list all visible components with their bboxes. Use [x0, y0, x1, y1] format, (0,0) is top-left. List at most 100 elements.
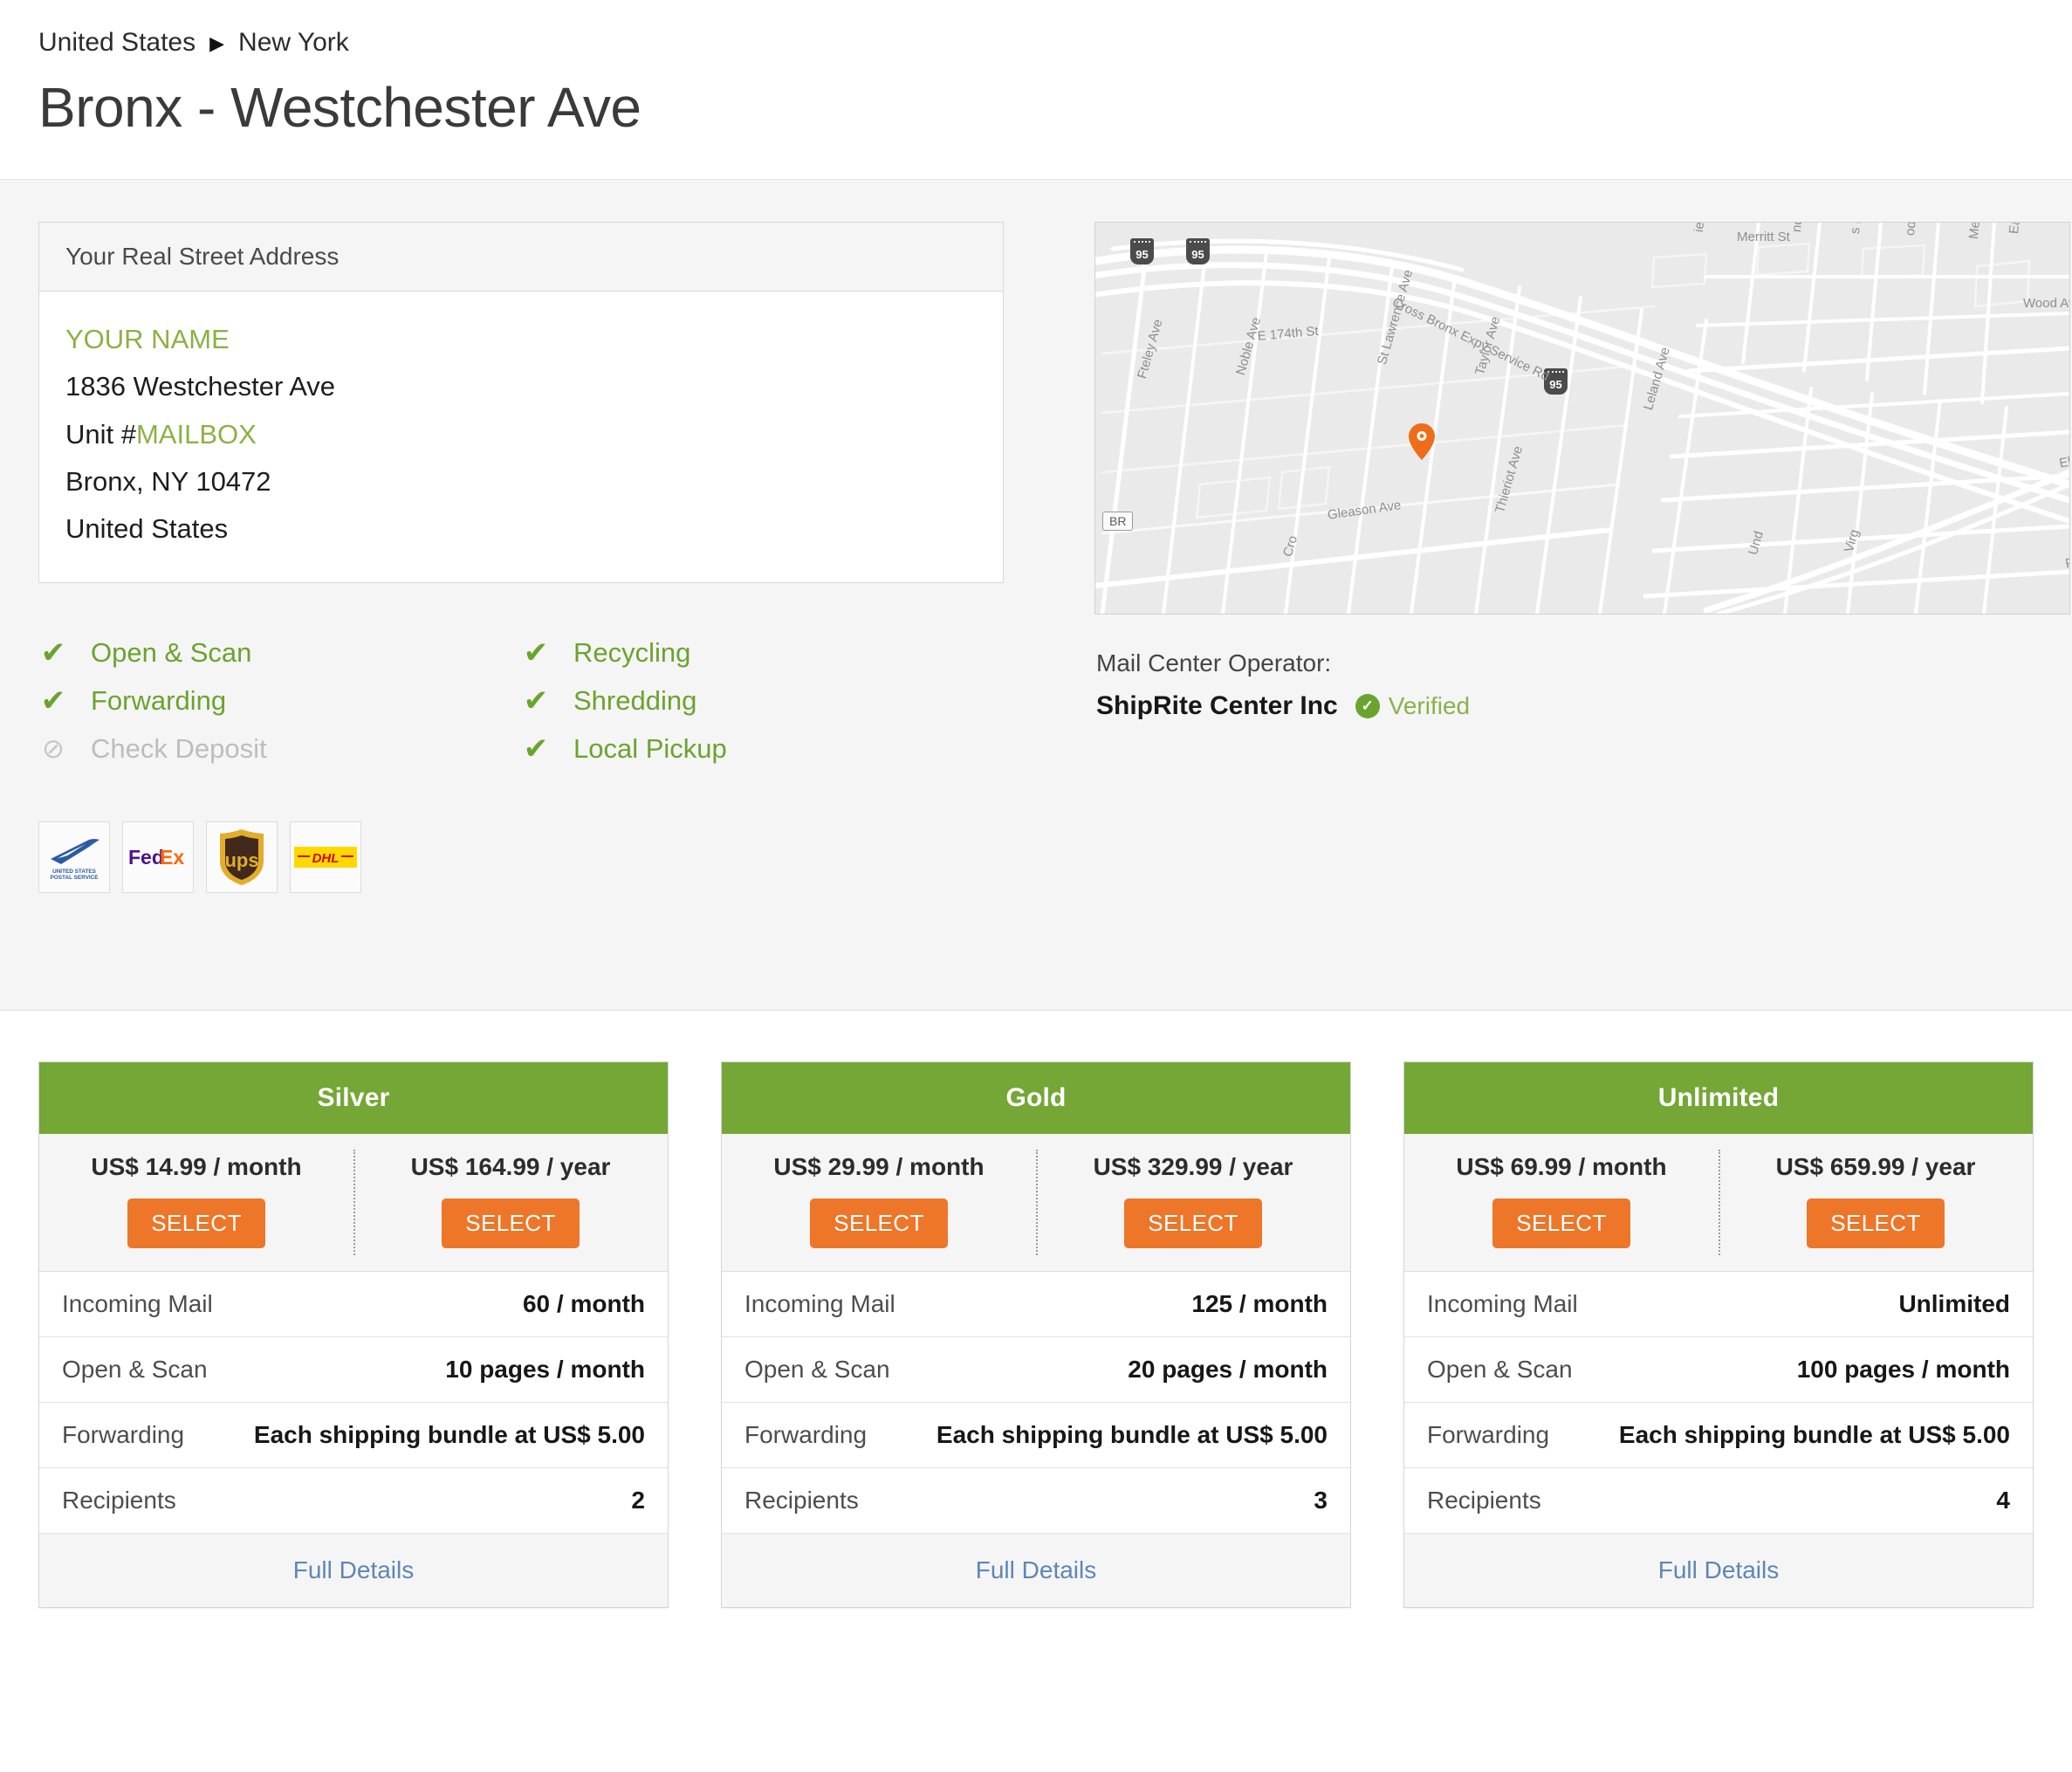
plan-title: Silver — [39, 1062, 668, 1134]
fedex-logo: Fed Ex — [122, 821, 194, 894]
select-monthly-button[interactable]: SELECT — [127, 1199, 265, 1248]
full-details-link[interactable]: Full Details — [722, 1534, 1350, 1607]
full-details-link[interactable]: Full Details — [1404, 1534, 2033, 1607]
plan-price-yearly: US$ 659.99 / year SELECT — [1719, 1150, 2033, 1255]
chevron-right-icon: ▶ — [209, 32, 225, 54]
select-yearly-button[interactable]: SELECT — [1124, 1199, 1262, 1248]
select-yearly-button[interactable]: SELECT — [1807, 1199, 1945, 1248]
plan-price-yearly: US$ 164.99 / year SELECT — [353, 1150, 668, 1255]
plan-card-silver: Silver US$ 14.99 / month SELECT US$ 164.… — [38, 1061, 669, 1608]
status-badge-verified: ✓ Verified — [1355, 692, 1470, 720]
feature-open-and-scan: ✔ Open & Scan — [38, 628, 521, 677]
plan-prices: US$ 29.99 / month SELECT US$ 329.99 / ye… — [722, 1134, 1350, 1272]
plan-feature-label: Incoming Mail — [1427, 1290, 1578, 1317]
feature-recycling: ✔ Recycling — [521, 628, 1004, 677]
address-card: Your Real Street Address YOUR NAME 1836 … — [38, 222, 1004, 584]
price-value: US$ 14.99 / month — [91, 1153, 302, 1180]
page-title: Bronx - Westchester Ave — [38, 76, 641, 139]
address-unit-placeholder: MAILBOX — [135, 418, 257, 450]
select-monthly-button[interactable]: SELECT — [810, 1199, 948, 1248]
plan-feature-row: Forwarding Each shipping bundle at US$ 5… — [39, 1403, 668, 1468]
plan-title: Gold — [722, 1062, 1350, 1134]
not-allowed-icon: ⊘ — [42, 733, 65, 765]
svg-text:POSTAL SERVICE: POSTAL SERVICE — [50, 875, 99, 881]
highway-shield-95-c: 95 — [1544, 368, 1568, 395]
plan-feature-label: Forwarding — [1427, 1421, 1550, 1448]
svg-text:ups: ups — [224, 849, 258, 871]
location-map[interactable]: 95 95 95 BR Merritt StWood AveCross Bron… — [1094, 222, 2070, 615]
plan-feature-row: Recipients 2 — [39, 1468, 668, 1534]
full-details-link[interactable]: Full Details — [39, 1534, 668, 1607]
features-column-right: ✔ Recycling ✔ Shredding ✔ Local Pickup — [521, 628, 1004, 773]
map-roads — [1095, 223, 2069, 614]
price-value: US$ 164.99 / year — [410, 1153, 611, 1180]
select-yearly-button[interactable]: SELECT — [442, 1199, 580, 1248]
plan-feature-value: 10 pages / month — [445, 1356, 645, 1383]
plan-card-gold: Gold US$ 29.99 / month SELECT US$ 329.99… — [721, 1061, 1351, 1608]
price-value: US$ 69.99 / month — [1456, 1153, 1667, 1180]
plan-feature-label: Recipients — [1427, 1487, 1541, 1514]
price-value: US$ 329.99 / year — [1093, 1153, 1293, 1180]
svg-text:Fed: Fed — [128, 846, 164, 869]
check-icon: ✔ — [523, 683, 549, 718]
verified-label: Verified — [1388, 692, 1471, 719]
plan-feature-value: Each shipping bundle at US$ 5.00 — [1618, 1421, 2010, 1448]
plan-feature-row: Open & Scan 100 pages / month — [1404, 1337, 2033, 1403]
plan-feature-label: Open & Scan — [1427, 1356, 1573, 1383]
feature-check-deposit: ⊘ Check Deposit — [38, 725, 521, 773]
plan-feature-value: 20 pages / month — [1128, 1356, 1328, 1383]
operator-label: Mail Center Operator: — [1096, 649, 1332, 677]
feature-label: Shredding — [573, 684, 697, 716]
breadcrumb-country[interactable]: United States — [38, 30, 196, 56]
address-city-state-zip: Bronx, NY 10472 — [65, 465, 271, 497]
feature-label: Open & Scan — [91, 636, 252, 668]
highway-shield-95-b: 95 — [1186, 238, 1210, 264]
plan-feature-value: Each shipping bundle at US$ 5.00 — [936, 1421, 1328, 1448]
plan-feature-value: Each shipping bundle at US$ 5.00 — [253, 1421, 645, 1448]
plan-prices: US$ 14.99 / month SELECT US$ 164.99 / ye… — [39, 1134, 668, 1272]
plan-feature-row: Forwarding Each shipping bundle at US$ 5… — [1404, 1403, 2033, 1468]
address-unit-prefix: Unit # — [65, 418, 136, 450]
plan-feature-value: 125 / month — [1191, 1290, 1328, 1317]
plan-feature-row: Open & Scan 20 pages / month — [722, 1337, 1350, 1403]
address-name-placeholder: YOUR NAME — [65, 324, 230, 354]
location-pin-icon — [1409, 423, 1435, 460]
pricing-plans: Silver US$ 14.99 / month SELECT US$ 164.… — [0, 1011, 2072, 1608]
highway-shield-95-a: 95 — [1130, 238, 1154, 264]
check-icon: ✔ — [40, 683, 66, 718]
plan-feature-label: Forwarding — [62, 1421, 185, 1448]
feature-label: Recycling — [573, 636, 691, 668]
plan-feature-label: Recipients — [62, 1487, 176, 1514]
carrier-logos: UNITED STATES POSTAL SERVICE Fed Ex ups — [38, 821, 1051, 894]
plan-prices: US$ 69.99 / month SELECT US$ 659.99 / ye… — [1404, 1134, 2033, 1272]
plan-feature-row: Recipients 3 — [722, 1468, 1350, 1534]
svg-text:UNITED STATES: UNITED STATES — [52, 869, 97, 875]
plan-feature-value: 100 pages / month — [1796, 1356, 2010, 1383]
price-value: US$ 29.99 / month — [773, 1153, 985, 1180]
verified-check-icon: ✓ — [1355, 694, 1380, 718]
plan-feature-row: Incoming Mail 125 / month — [722, 1272, 1350, 1337]
plan-feature-value: 3 — [1314, 1487, 1328, 1514]
plan-feature-value: 4 — [1996, 1487, 2010, 1514]
breadcrumb-region[interactable]: New York — [238, 30, 349, 56]
plan-price-monthly: US$ 69.99 / month SELECT — [1404, 1153, 1719, 1248]
price-value: US$ 659.99 / year — [1775, 1153, 1976, 1180]
address-card-body: YOUR NAME 1836 Westchester Ave Unit #MAI… — [39, 292, 1003, 583]
address-card-header: Your Real Street Address — [39, 223, 1003, 292]
plan-feature-row: Forwarding Each shipping bundle at US$ 5… — [722, 1403, 1350, 1468]
usps-logo: UNITED STATES POSTAL SERVICE — [38, 821, 110, 894]
operator-name: ShipRite Center Inc — [1096, 691, 1338, 720]
location-info-section: Your Real Street Address YOUR NAME 1836 … — [0, 180, 2072, 1011]
feature-label: Forwarding — [91, 684, 227, 716]
feature-label: Check Deposit — [91, 732, 267, 764]
feature-forwarding: ✔ Forwarding — [38, 677, 521, 725]
select-monthly-button[interactable]: SELECT — [1492, 1199, 1630, 1248]
address-unit: Unit #MAILBOX — [65, 411, 977, 458]
route-badge-br: BR — [1102, 512, 1134, 531]
plan-feature-value: Unlimited — [1898, 1290, 2010, 1317]
plan-feature-label: Open & Scan — [62, 1356, 208, 1383]
plan-feature-row: Recipients 4 — [1404, 1468, 2033, 1534]
address-country: United States — [65, 513, 229, 545]
operator-row: ShipRite Center Inc ✓ Verified — [1096, 691, 2070, 721]
plan-feature-row: Open & Scan 10 pages / month — [39, 1337, 668, 1403]
